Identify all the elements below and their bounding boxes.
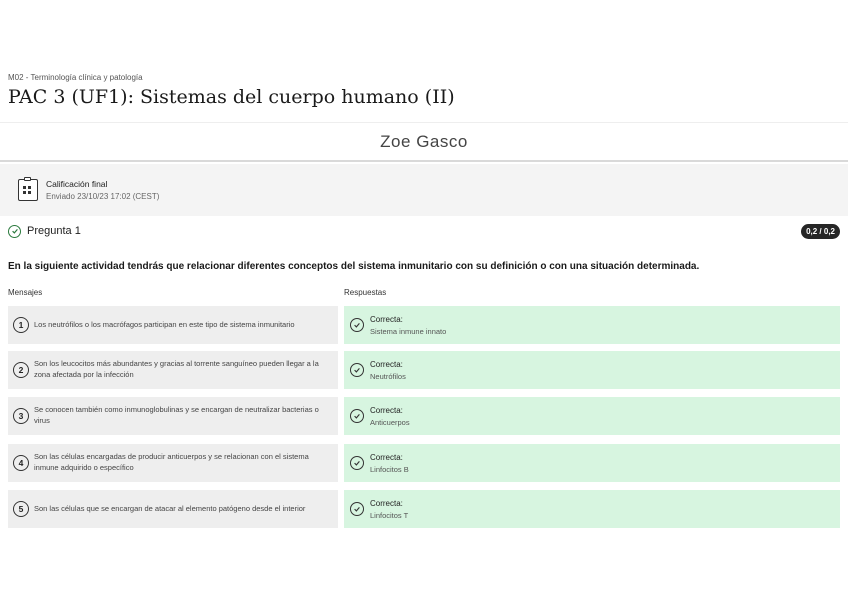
item-number: 3 bbox=[13, 408, 29, 424]
answer-item: Correcta: Linfocitos T bbox=[344, 490, 840, 528]
match-row: 5 Son las células que se encargan de ata… bbox=[0, 490, 848, 528]
answer-value: Sistema inmune innato bbox=[370, 326, 447, 336]
match-row: 3 Se conocen también como inmunoglobulin… bbox=[0, 397, 848, 435]
item-number: 2 bbox=[13, 362, 29, 378]
message-item: 2 Son los leucocitos más abundantes y gr… bbox=[8, 351, 338, 389]
answer-value: Linfocitos T bbox=[370, 510, 409, 520]
message-text: Son los leucocitos más abundantes y grac… bbox=[34, 359, 319, 379]
check-circle-icon bbox=[350, 409, 364, 423]
message-item: 3 Se conocen también como inmunoglobulin… bbox=[8, 397, 338, 435]
answer-value: Anticuerpos bbox=[370, 417, 410, 427]
match-row: 2 Son los leucocitos más abundantes y gr… bbox=[0, 351, 848, 389]
check-circle-icon bbox=[350, 363, 364, 377]
answer-item: Correcta: Sistema inmune innato bbox=[344, 306, 840, 344]
item-number: 5 bbox=[13, 501, 29, 517]
message-item: 4 Son las células encargadas de producir… bbox=[8, 444, 338, 482]
check-circle-icon bbox=[350, 456, 364, 470]
answer-status: Correcta: bbox=[370, 452, 403, 462]
question-label: Pregunta 1 bbox=[27, 225, 81, 237]
answer-status: Correcta: bbox=[370, 359, 403, 369]
answer-item: Correcta: Linfocitos B bbox=[344, 444, 840, 482]
question-instruction: En la siguiente actividad tendrás que re… bbox=[8, 261, 700, 272]
answer-value: Linfocitos B bbox=[370, 464, 409, 474]
student-bar: Zoe Gasco bbox=[0, 122, 848, 162]
message-text: Son las células encargadas de producir a… bbox=[34, 452, 309, 472]
answer-status: Correcta: bbox=[370, 405, 403, 415]
match-row: 1 Los neutrófilos o los macrófagos parti… bbox=[0, 306, 848, 344]
item-number: 4 bbox=[13, 455, 29, 471]
question-header: Pregunta 1 0,2 / 0,2 bbox=[8, 222, 840, 240]
check-circle-icon bbox=[350, 502, 364, 516]
answer-status: Correcta: bbox=[370, 314, 403, 324]
item-number: 1 bbox=[13, 317, 29, 333]
grade-label: Calificación final bbox=[46, 179, 108, 189]
student-name: Zoe Gasco bbox=[380, 131, 468, 151]
message-item: 1 Los neutrófilos o los macrófagos parti… bbox=[8, 306, 338, 344]
score-badge: 0,2 / 0,2 bbox=[801, 223, 840, 239]
grade-summary: Calificación final Enviado 23/10/23 17:0… bbox=[0, 164, 848, 216]
grade-sent-date: Enviado 23/10/23 17:02 (CEST) bbox=[46, 192, 160, 201]
message-text: Se conocen también como inmunoglobulinas… bbox=[34, 405, 319, 425]
page-title: PAC 3 (UF1): Sistemas del cuerpo humano … bbox=[8, 86, 455, 108]
message-item: 5 Son las células que se encargan de ata… bbox=[8, 490, 338, 528]
column-header-answers: Respuestas bbox=[344, 288, 387, 297]
answer-item: Correcta: Anticuerpos bbox=[344, 397, 840, 435]
message-text: Son las células que se encargan de ataca… bbox=[34, 503, 306, 513]
clipboard-grade-icon bbox=[18, 177, 38, 201]
answer-item: Correcta: Neutrófilos bbox=[344, 351, 840, 389]
breadcrumb[interactable]: M02 - Terminología clínica y patología bbox=[8, 73, 143, 82]
check-circle-icon bbox=[350, 318, 364, 332]
message-text: Los neutrófilos o los macrófagos partici… bbox=[34, 319, 295, 329]
answer-status: Correcta: bbox=[370, 498, 403, 508]
match-row: 4 Son las células encargadas de producir… bbox=[0, 444, 848, 482]
answer-value: Neutrófilos bbox=[370, 371, 406, 381]
column-header-messages: Mensajes bbox=[8, 288, 43, 297]
check-circle-icon bbox=[8, 224, 21, 238]
